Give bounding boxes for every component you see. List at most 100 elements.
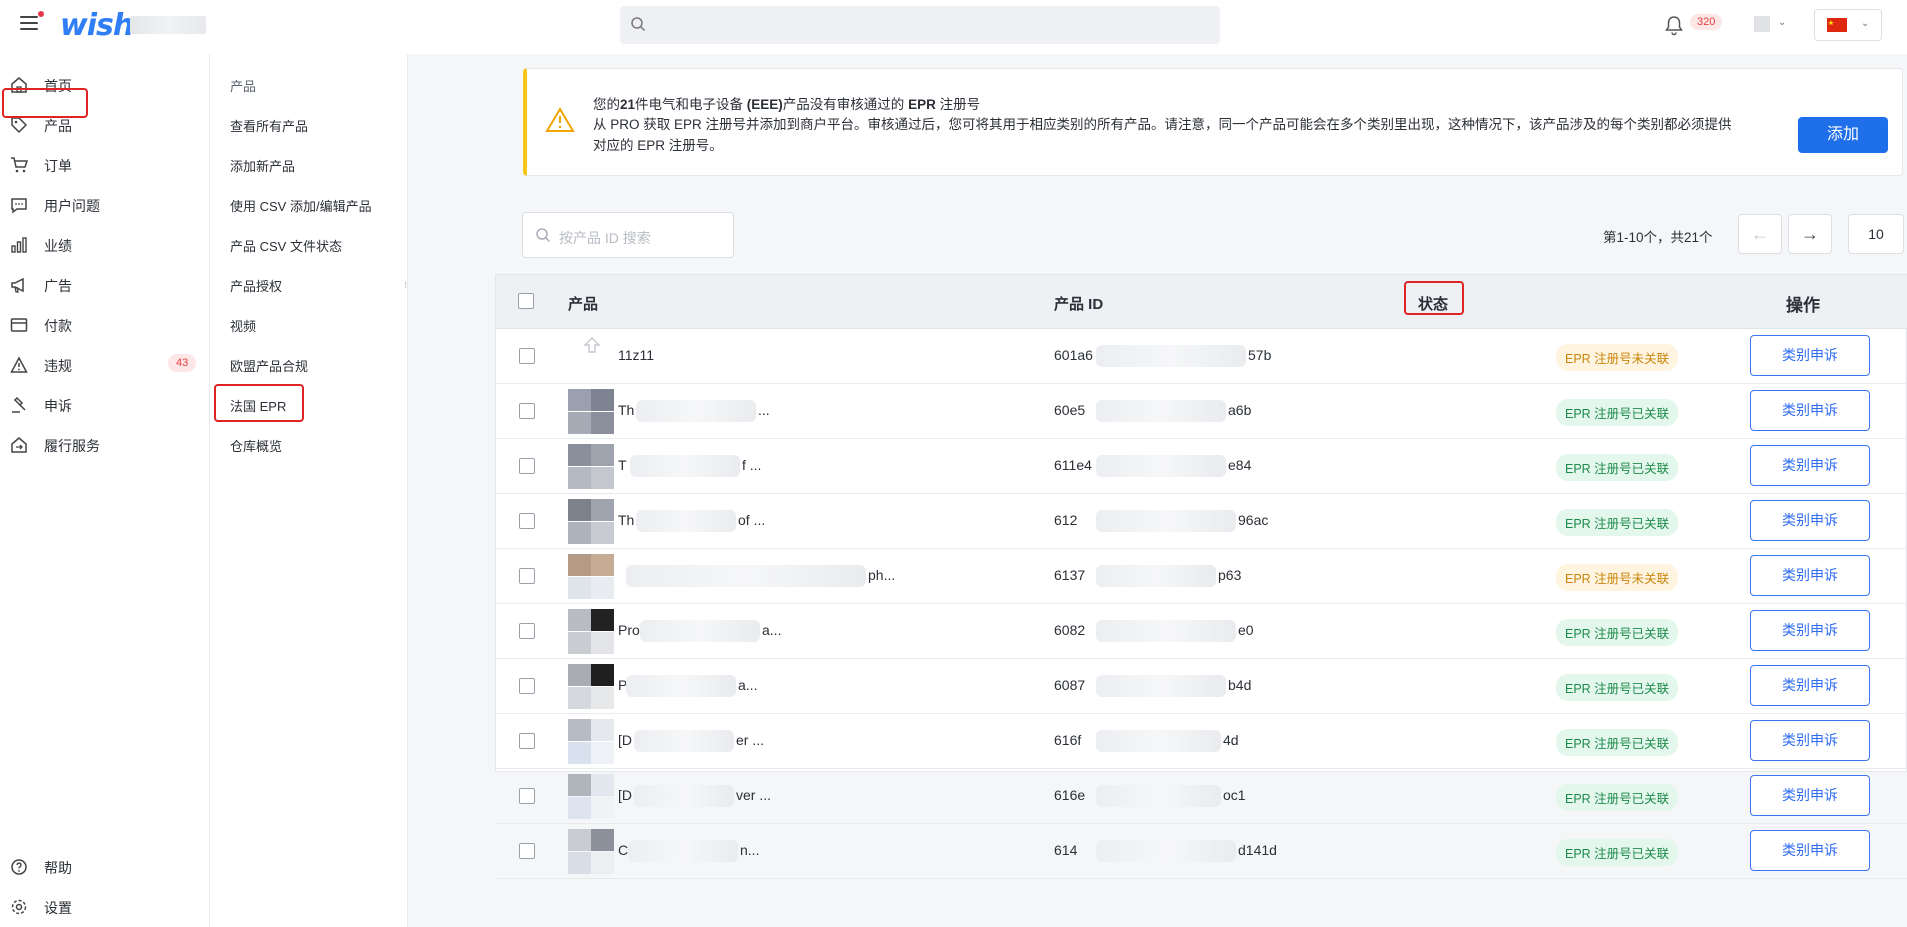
product-thumbnail[interactable] (568, 829, 614, 874)
sidebar-item-user-issues[interactable]: 用户问题 (0, 184, 208, 224)
sidebar-item-label: 设置 (44, 900, 72, 916)
sidebar-item-label: 业绩 (44, 238, 72, 254)
add-button[interactable]: 添加 (1798, 117, 1888, 153)
category-appeal-button[interactable]: 类别申诉 (1750, 775, 1870, 816)
product-id-prefix: 611e4 (1054, 457, 1092, 473)
category-appeal-button[interactable]: 类别申诉 (1750, 610, 1870, 651)
product-id-suffix: a6b (1228, 402, 1252, 418)
product-name-suffix: n... (740, 842, 760, 858)
page-size-input[interactable]: 10 (1848, 214, 1904, 254)
language-selector[interactable]: ⌄ (1814, 9, 1882, 41)
row-checkbox[interactable] (519, 568, 535, 584)
header-product-id: 产品 ID (1054, 296, 1104, 313)
category-appeal-button[interactable]: 类别申诉 (1750, 445, 1870, 486)
sidebar-item-appeals[interactable]: 申诉 (0, 384, 208, 424)
wish-logo[interactable]: wish (60, 8, 134, 43)
prev-page-button[interactable]: ← (1738, 214, 1782, 254)
category-appeal-button[interactable]: 类别申诉 (1750, 500, 1870, 541)
status-badge: EPR 注册号已关联 (1556, 619, 1679, 646)
row-checkbox[interactable] (519, 513, 535, 529)
sidebar-item-violations[interactable]: 违规 43 (0, 344, 208, 384)
category-appeal-button[interactable]: 类别申诉 (1750, 390, 1870, 431)
product-id-prefix: 60e5 (1054, 402, 1086, 418)
select-all-checkbox[interactable] (518, 293, 534, 309)
row-checkbox[interactable] (519, 403, 535, 419)
product-name[interactable]: T (618, 457, 627, 473)
collapse-handle-icon[interactable]: ⁝ (404, 280, 407, 291)
row-checkbox[interactable] (519, 788, 535, 804)
subnav-item-all-products[interactable]: 查看所有产品 (230, 116, 308, 135)
subnav-item-videos[interactable]: 视频 (230, 316, 256, 335)
product-thumbnail[interactable] (568, 609, 614, 654)
sidebar-item-performance[interactable]: 业绩 (0, 224, 208, 264)
product-name[interactable]: [D (618, 787, 632, 803)
global-search-input[interactable] (620, 6, 1220, 44)
sidebar-item-settings[interactable]: 设置 (0, 886, 208, 926)
product-name[interactable]: 11z11 (618, 347, 654, 363)
sidebar-item-label: 申诉 (44, 398, 72, 414)
table-row: Tf ... 611e4 e84 EPR 注册号已关联 类别申诉 (496, 439, 1907, 494)
bell-icon[interactable] (1664, 15, 1684, 37)
category-appeal-button[interactable]: 类别申诉 (1750, 720, 1870, 761)
subnav-item-csv-add-edit[interactable]: 使用 CSV 添加/编辑产品 (230, 196, 372, 215)
product-thumbnail[interactable] (568, 499, 614, 544)
redacted-text (630, 455, 740, 477)
sidebar-item-orders[interactable]: 订单 (0, 144, 208, 184)
product-name[interactable]: C (618, 842, 628, 858)
product-name[interactable]: [D (618, 732, 632, 748)
sidebar-item-label: 履行服务 (44, 438, 100, 454)
row-checkbox[interactable] (519, 733, 535, 749)
product-thumbnail[interactable] (568, 774, 614, 819)
table-row: [D ver ... 616e oc1 EPR 注册号已关联 类别申诉 (496, 769, 1907, 824)
violations-count-badge: 43 (168, 354, 197, 372)
bar-chart-icon (11, 237, 27, 253)
account-selector[interactable]: ⌄ (1752, 14, 1792, 36)
cart-icon (11, 157, 28, 173)
product-thumbnail[interactable] (568, 664, 614, 709)
category-appeal-button[interactable]: 类别申诉 (1750, 555, 1870, 596)
product-name[interactable]: Pro (618, 622, 640, 638)
pagination-summary: 第1-10个，共21个 (1603, 230, 1713, 245)
product-name-suffix: ... (758, 402, 770, 418)
warning-icon (10, 356, 28, 373)
row-checkbox[interactable] (519, 348, 535, 364)
sidebar-item-ads[interactable]: 广告 (0, 264, 208, 304)
category-appeal-button[interactable]: 类别申诉 (1750, 830, 1870, 871)
row-checkbox[interactable] (519, 458, 535, 474)
subnav-item-csv-status[interactable]: 产品 CSV 文件状态 (230, 236, 342, 255)
menu-icon[interactable] (20, 11, 44, 30)
product-id-prefix: 614 (1054, 842, 1078, 858)
row-checkbox[interactable] (519, 678, 535, 694)
next-page-button[interactable]: → (1788, 214, 1832, 254)
product-thumbnail[interactable] (568, 444, 614, 489)
subnav-item-add-product[interactable]: 添加新产品 (230, 156, 295, 175)
category-appeal-button[interactable]: 类别申诉 (1750, 665, 1870, 706)
product-thumbnail[interactable] (568, 389, 614, 434)
row-checkbox[interactable] (519, 843, 535, 859)
sidebar-item-payments[interactable]: 付款 (0, 304, 208, 344)
sidebar-item-fulfillment[interactable]: 履行服务 (0, 424, 208, 464)
product-name[interactable]: Th (618, 512, 634, 528)
redacted-id (1096, 400, 1226, 422)
product-id-search-input[interactable]: 按产品 ID 搜索 (522, 212, 734, 258)
arrow-left-icon: ← (1751, 224, 1769, 244)
help-icon (11, 859, 27, 875)
product-id-suffix: p63 (1218, 567, 1242, 583)
subnav-item-eu-compliance[interactable]: 欧盟产品合规 (230, 356, 308, 375)
sidebar-item-label: 用户问题 (44, 198, 100, 214)
sidebar-item-help[interactable]: 帮助 (0, 846, 208, 886)
product-name[interactable]: Th (618, 402, 634, 418)
subnav-header: 产品 (230, 79, 257, 94)
subnav-item-warehouse[interactable]: 仓库概览 (230, 436, 282, 455)
image-placeholder-icon (583, 337, 601, 353)
card-icon (10, 318, 28, 332)
chevron-down-icon: ⌄ (1778, 17, 1787, 28)
subnav-item-authorization[interactable]: 产品授权 (230, 276, 282, 295)
row-checkbox[interactable] (519, 623, 535, 639)
product-thumbnail[interactable] (568, 719, 614, 764)
sidebar-item-label: 帮助 (44, 860, 72, 876)
product-thumbnail[interactable] (568, 554, 614, 599)
category-appeal-button[interactable]: 类别申诉 (1750, 335, 1870, 376)
product-id-prefix: 6087 (1054, 677, 1086, 693)
status-badge: EPR 注册号已关联 (1556, 399, 1679, 426)
